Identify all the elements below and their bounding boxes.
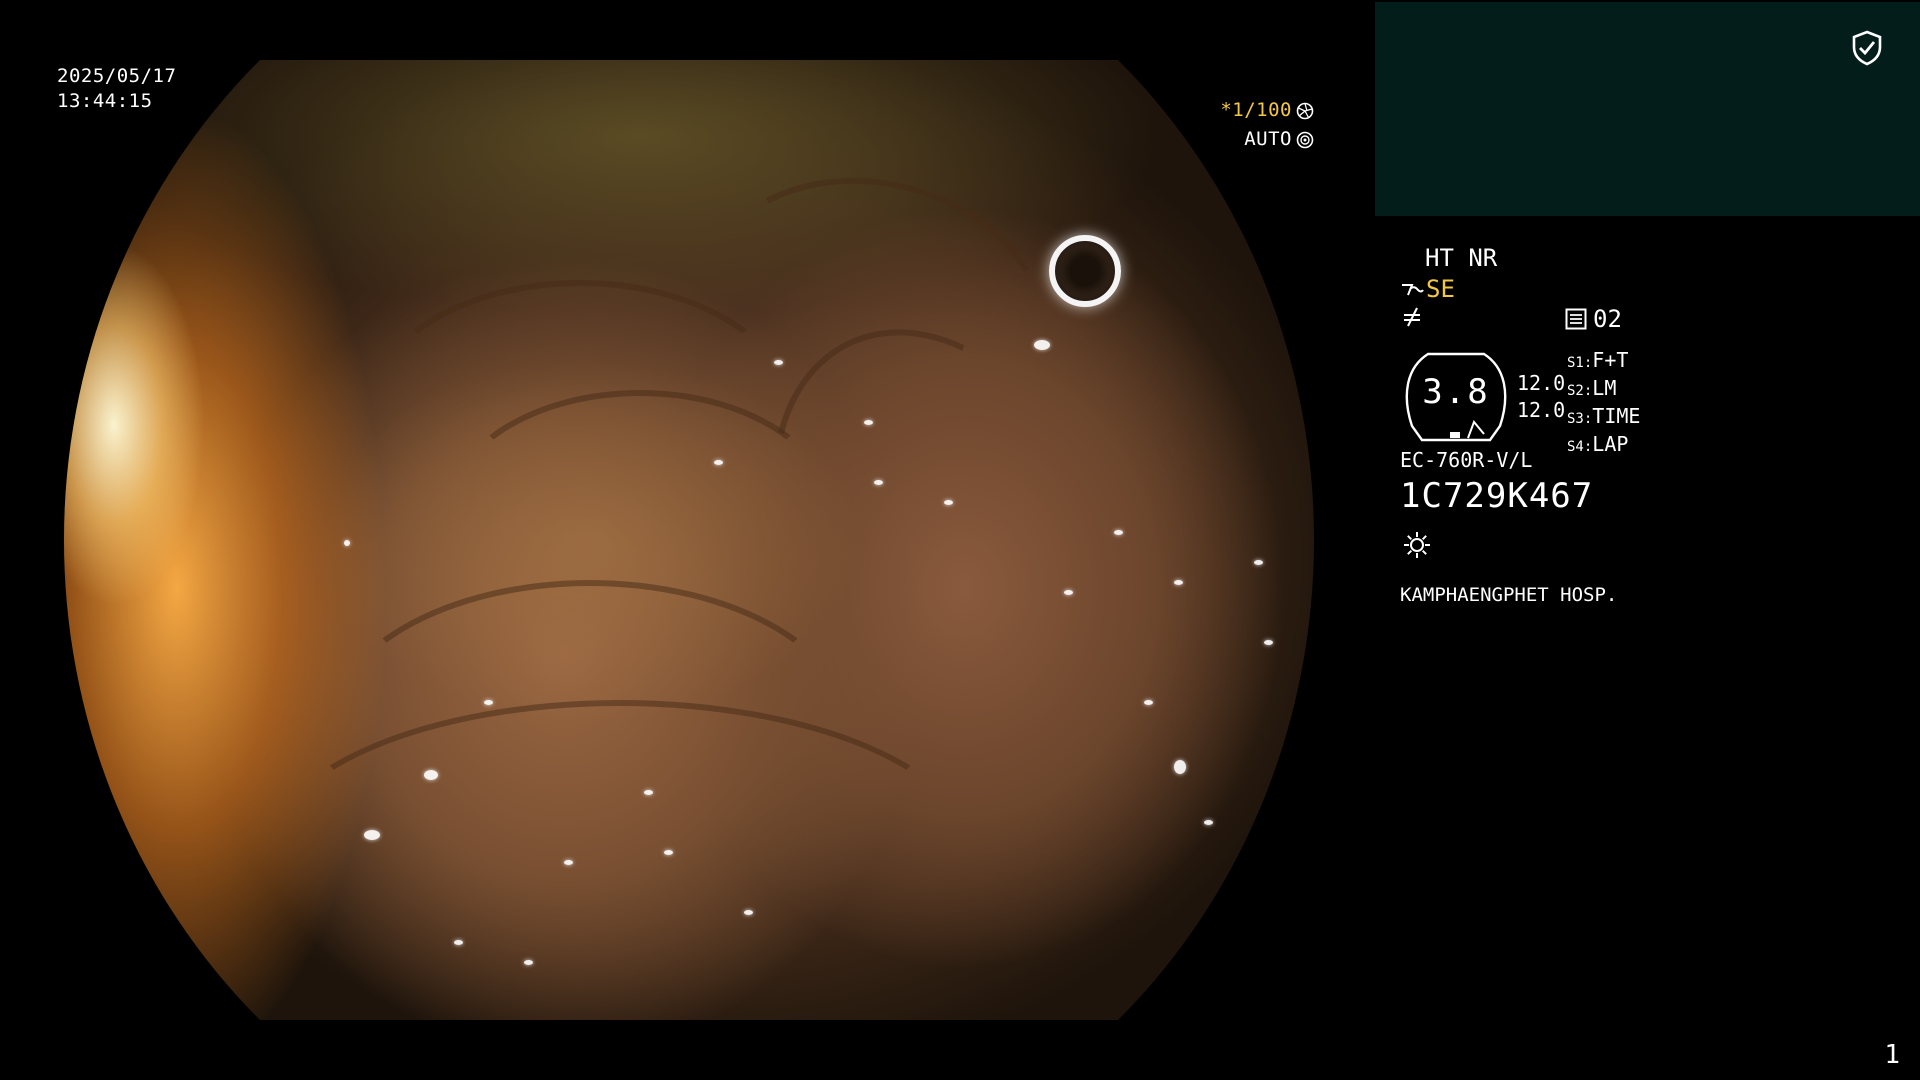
switch-assignments: S1:F+T S2:LM S3:TIME S4:LAP <box>1567 348 1640 460</box>
specular-highlight <box>564 860 573 865</box>
specular-highlight <box>1174 580 1183 585</box>
preview-panel <box>1375 2 1920 216</box>
endoscope-view <box>64 60 1314 1020</box>
switch-key: S4: <box>1567 439 1593 455</box>
switch-value: LAP <box>1592 432 1629 456</box>
scope-serial: 1C729K467 <box>1400 476 1594 516</box>
value-lower: 12.0 <box>1517 398 1566 422</box>
specular-highlight <box>864 420 873 425</box>
specular-highlight <box>454 940 463 945</box>
enhance-label: HT NR <box>1425 244 1498 272</box>
color-preset-label: 02 <box>1593 305 1622 333</box>
specular-highlight <box>664 850 673 855</box>
hospital-name: KAMPHAENGPHET HOSP. <box>1400 584 1618 606</box>
specular-highlight <box>944 500 953 505</box>
value-upper: 12.0 <box>1517 371 1566 395</box>
date-time: 2025/05/17 13:44:15 <box>57 64 176 114</box>
specular-highlight <box>1174 760 1186 774</box>
iris-icon <box>1296 131 1314 149</box>
specular-highlight <box>1204 820 1213 825</box>
switch-value: F+T <box>1592 348 1629 372</box>
switch-row: S1:F+T <box>1567 348 1640 376</box>
shield-check-icon <box>1851 30 1883 66</box>
sun-icon <box>1402 530 1432 560</box>
shutter-label: *1/100 <box>1220 99 1292 121</box>
specular-highlight <box>1144 700 1153 705</box>
iris-readout: AUTO <box>1244 127 1314 152</box>
specular-highlight <box>744 910 753 915</box>
specular-highlight <box>424 770 438 780</box>
specular-highlight <box>774 360 783 365</box>
slash-wave-icon <box>1402 305 1424 329</box>
mucosal-fold <box>264 700 976 1012</box>
switch-key: S3: <box>1567 411 1593 427</box>
specular-highlight <box>714 460 723 465</box>
switch-value: LM <box>1592 376 1617 400</box>
specular-highlight <box>344 540 350 546</box>
color-preset: 02 <box>1565 304 1622 334</box>
iris-mode-label: AUTO <box>1244 128 1292 150</box>
switch-key: S1: <box>1567 355 1593 371</box>
list-box-icon <box>1565 308 1587 330</box>
specular-highlight <box>1254 560 1263 565</box>
specular-highlight <box>524 960 533 965</box>
specular-highlight <box>484 700 493 705</box>
aperture-icon <box>1296 102 1314 120</box>
switch-row: S2:LM <box>1567 376 1640 404</box>
structure-mode-label: SE <box>1426 275 1455 303</box>
date-label: 2025/05/17 <box>57 65 177 87</box>
zoom-values: 12.0 12.0 <box>1517 370 1565 424</box>
switch-key: S2: <box>1567 383 1593 399</box>
signal-wave-icon <box>1400 279 1424 299</box>
switch-value: TIME <box>1592 404 1641 428</box>
scope-model: EC-760R-V/L <box>1400 448 1533 472</box>
zoom-badge: 3.8 <box>1400 352 1510 442</box>
frame-number: 1 <box>1884 1040 1900 1070</box>
specular-highlight <box>1034 340 1050 350</box>
shutter-readout: *1/100 <box>1220 98 1314 123</box>
structure-mode: SE <box>1400 274 1455 304</box>
zoom-value: 3.8 <box>1422 372 1490 412</box>
time-label: 13:44:15 <box>57 90 153 112</box>
specular-highlight <box>364 830 380 840</box>
specular-highlight <box>1114 530 1123 535</box>
specular-highlight <box>1264 640 1273 645</box>
lumen-reflection <box>1049 235 1121 307</box>
switch-row: S4:LAP <box>1567 432 1640 460</box>
switch-row: S3:TIME <box>1567 404 1640 432</box>
specular-highlight <box>1064 590 1073 595</box>
specular-highlight <box>644 790 653 795</box>
specular-highlight <box>874 480 883 485</box>
